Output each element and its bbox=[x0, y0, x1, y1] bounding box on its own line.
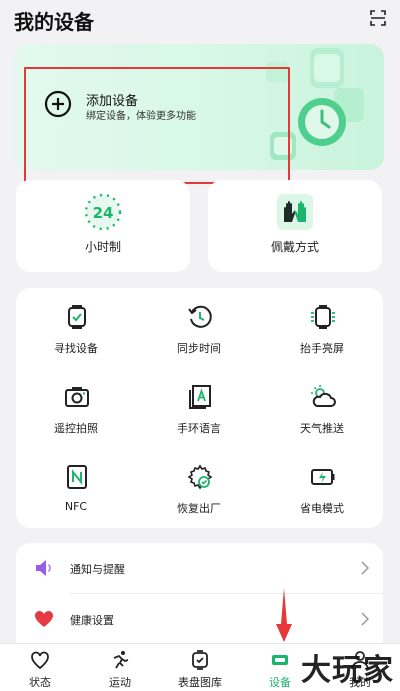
24-hour-icon: 24 bbox=[84, 193, 122, 231]
grid-label-raise-wake: 抬手亮屏 bbox=[300, 342, 344, 355]
tab-sport-label: 运动 bbox=[109, 676, 131, 689]
tab-watch-faces-label: 表盘图库 bbox=[178, 676, 222, 689]
device-icon bbox=[272, 655, 288, 665]
grid-label-power-saving: 省电模式 bbox=[300, 502, 344, 515]
page-title: 我的设备 bbox=[14, 10, 94, 34]
heart-icon bbox=[35, 611, 53, 627]
wear-hands-icon bbox=[277, 194, 313, 230]
list-item-health-settings[interactable]: 健康设置 bbox=[16, 594, 383, 644]
nfc-icon bbox=[67, 465, 87, 489]
grid-label-nfc: NFC bbox=[64, 500, 88, 513]
language-icon bbox=[189, 385, 211, 409]
feature-grid: 寻找设备 同步时间 抬手亮屏 遥控拍照 手环语言 天气推送 NFC 恢复出厂 省… bbox=[16, 288, 383, 528]
grid-label-band-language: 手环语言 bbox=[177, 422, 221, 435]
wear-mode-card[interactable]: 佩戴方式 bbox=[208, 180, 382, 272]
hour-format-card[interactable]: 24 小时制 bbox=[16, 180, 190, 272]
scan-icon[interactable] bbox=[370, 10, 386, 26]
watch-find-icon bbox=[68, 305, 86, 329]
watermark: 大玩家 bbox=[301, 653, 394, 688]
running-icon bbox=[113, 651, 129, 669]
header: 我的设备 bbox=[0, 0, 400, 40]
tab-sport[interactable]: 运动 bbox=[80, 644, 160, 691]
sync-time-icon bbox=[188, 305, 212, 328]
tab-watch-faces[interactable]: 表盘图库 bbox=[160, 644, 240, 691]
camera-icon bbox=[65, 387, 89, 407]
factory-reset-icon bbox=[187, 464, 213, 490]
grid-label-factory-reset: 恢复出厂 bbox=[177, 502, 221, 515]
hour-format-label: 小时制 bbox=[84, 240, 121, 254]
grid-label-find-device: 寻找设备 bbox=[54, 342, 98, 355]
notifications-label: 通知与提醒 bbox=[70, 563, 125, 576]
annotation-arrow-icon bbox=[276, 588, 292, 642]
grid-item-factory-reset[interactable]: 恢复出厂 bbox=[139, 448, 259, 518]
settings-list: 通知与提醒 健康设置 bbox=[16, 543, 383, 653]
speaker-icon bbox=[36, 560, 51, 576]
grid-label-remote-camera: 遥控拍照 bbox=[54, 422, 98, 435]
grid-item-find-device[interactable]: 寻找设备 bbox=[16, 288, 136, 358]
grid-item-weather-push[interactable]: 天气推送 bbox=[262, 368, 382, 438]
tab-status[interactable]: 状态 bbox=[0, 644, 80, 691]
list-item-notifications[interactable]: 通知与提醒 bbox=[16, 543, 383, 594]
grid-item-band-language[interactable]: 手环语言 bbox=[139, 368, 259, 438]
hour-value: 24 bbox=[93, 204, 114, 222]
grid-item-raise-wake[interactable]: 抬手亮屏 bbox=[262, 288, 382, 358]
grid-label-weather-push: 天气推送 bbox=[300, 422, 344, 435]
grid-label-sync-time: 同步时间 bbox=[177, 342, 221, 355]
tab-status-label: 状态 bbox=[29, 676, 51, 689]
grid-item-nfc[interactable]: NFC bbox=[16, 448, 136, 518]
weather-icon bbox=[311, 385, 336, 407]
annotation-highlight-box bbox=[24, 67, 290, 184]
health-settings-label: 健康设置 bbox=[70, 614, 114, 627]
heart-outline-icon bbox=[31, 651, 49, 670]
grid-item-power-saving[interactable]: 省电模式 bbox=[262, 448, 382, 518]
grid-item-remote-camera[interactable]: 遥控拍照 bbox=[16, 368, 136, 438]
wear-mode-label: 佩戴方式 bbox=[270, 240, 319, 254]
watch-face-icon bbox=[192, 650, 208, 670]
grid-item-sync-time[interactable]: 同步时间 bbox=[139, 288, 259, 358]
chevron-right-icon bbox=[361, 561, 369, 575]
raise-wake-icon bbox=[311, 305, 335, 329]
battery-saver-icon bbox=[311, 469, 335, 485]
chevron-right-icon bbox=[361, 612, 369, 626]
